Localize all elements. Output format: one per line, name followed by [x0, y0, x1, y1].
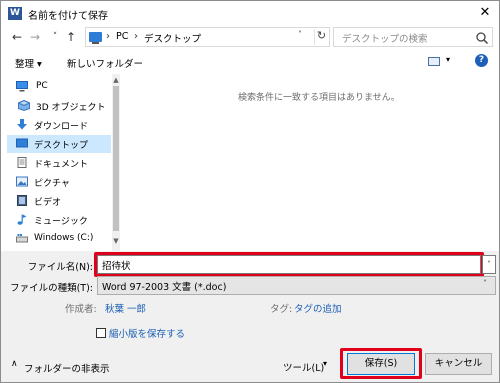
tools-dropdown-icon[interactable]: ▾ — [323, 359, 327, 368]
scroll-up-arrow-icon[interactable]: ▲ — [112, 76, 120, 84]
video-icon — [17, 195, 27, 206]
new-folder-button[interactable]: 新しいフォルダー — [67, 56, 143, 70]
save-button-highlight — [340, 348, 422, 379]
breadcrumb-pc[interactable]: PC — [116, 31, 128, 42]
filetype-label: ファイルの種類(T): — [10, 283, 93, 294]
breadcrumb-desktop[interactable]: デスクトップ — [144, 31, 201, 45]
nav-label: デスクトップ — [34, 141, 89, 151]
help-icon[interactable]: ? — [475, 54, 488, 67]
tags-value[interactable]: タグの追加 — [294, 301, 342, 315]
word-app-icon: W — [8, 7, 22, 20]
scroll-down-arrow-icon[interactable]: ▼ — [112, 237, 120, 245]
pictures-icon — [16, 176, 28, 187]
nav-item-pictures[interactable]: ピクチャ — [7, 173, 111, 191]
music-icon — [17, 214, 27, 225]
view-dropdown-icon[interactable]: ▾ — [446, 55, 450, 64]
address-dropdown-icon[interactable]: ˅ — [298, 30, 302, 39]
forward-button[interactable]: → — [28, 30, 42, 44]
tools-menu[interactable]: ツール(L) — [283, 360, 324, 374]
navigation-pane: PC 3D オブジェクト ダウンロード デスクトップ ドキュメント ピクチャ ビ… — [7, 74, 120, 251]
drive-icon — [16, 234, 28, 243]
filename-label: ファイル名(N): — [27, 262, 93, 273]
computer-icon — [89, 32, 102, 44]
nav-label: ドキュメント — [34, 160, 89, 170]
author-value[interactable]: 秋葉 一郎 — [105, 301, 146, 315]
search-placeholder: デスクトップの検索 — [342, 34, 428, 45]
title-bar: W 名前を付けて保存 ✕ — [1, 1, 499, 26]
nav-item-music[interactable]: ミュージック — [7, 211, 111, 229]
filename-dropdown-icon[interactable]: ˅ — [482, 255, 496, 274]
breadcrumb-separator: › — [134, 31, 138, 42]
hide-folders-button[interactable]: フォルダーの非表示 — [24, 361, 110, 375]
save-thumbnail-label[interactable]: 縮小版を保存する — [109, 326, 185, 340]
desktop-icon — [16, 138, 28, 148]
save-as-dialog: W 名前を付けて保存 ✕ ← → ˅ ↑ › PC › デスクトップ ˅ ↻ デ… — [0, 0, 500, 383]
nav-label: ビデオ — [34, 198, 62, 208]
nav-label: 3D オブジェクト — [36, 103, 106, 113]
chevron-up-icon[interactable]: ∧ — [11, 359, 18, 369]
empty-results-message: 検索条件に一致する項目はありません。 — [238, 93, 400, 103]
tags-label: タグ: — [270, 304, 293, 315]
nav-item-windows-drive[interactable]: Windows (C:) — [7, 230, 111, 248]
search-icon — [476, 32, 489, 45]
nav-label: PC — [36, 81, 48, 91]
download-icon — [17, 119, 27, 130]
scrollbar-thumb[interactable] — [113, 86, 119, 231]
organize-menu[interactable]: 整理 ▾ — [15, 56, 42, 70]
breadcrumb-separator: › — [106, 31, 110, 42]
nav-label: ピクチャ — [34, 179, 70, 189]
back-button[interactable]: ← — [10, 30, 24, 44]
nav-label: ミュージック — [34, 217, 88, 227]
save-thumbnail-checkbox[interactable] — [96, 328, 106, 338]
close-button[interactable]: ✕ — [475, 4, 495, 22]
filename-highlight — [94, 252, 484, 277]
filetype-dropdown-icon: ˅ — [483, 279, 487, 288]
refresh-button[interactable]: ↻ — [314, 29, 328, 45]
cancel-button[interactable]: キャンセル — [425, 353, 492, 375]
3d-objects-icon — [18, 100, 30, 111]
nav-item-videos[interactable]: ビデオ — [7, 192, 111, 210]
nav-item-pc[interactable]: PC — [7, 78, 111, 96]
search-box[interactable]: デスクトップの検索 — [333, 27, 493, 47]
dialog-title: 名前を付けて保存 — [28, 11, 108, 22]
nav-item-3d-objects[interactable]: 3D オブジェクト — [7, 97, 111, 115]
filetype-value: Word 97-2003 文書 (*.doc) — [102, 282, 227, 293]
filetype-select[interactable]: Word 97-2003 文書 (*.doc) ˅ — [97, 276, 496, 295]
view-options-icon[interactable] — [428, 57, 440, 66]
recent-locations-button[interactable]: ˅ — [48, 30, 62, 44]
nav-item-downloads[interactable]: ダウンロード — [7, 116, 111, 134]
nav-item-documents[interactable]: ドキュメント — [7, 154, 111, 172]
nav-item-desktop[interactable]: デスクトップ — [7, 135, 111, 153]
document-icon — [17, 157, 27, 168]
up-button[interactable]: ↑ — [64, 30, 78, 44]
author-label: 作成者: — [65, 304, 97, 315]
address-bar[interactable]: › PC › デスクトップ ˅ ↻ — [85, 27, 330, 47]
nav-label: ダウンロード — [34, 122, 89, 132]
computer-icon — [16, 81, 28, 92]
nav-label: Windows (C:) — [34, 233, 94, 243]
